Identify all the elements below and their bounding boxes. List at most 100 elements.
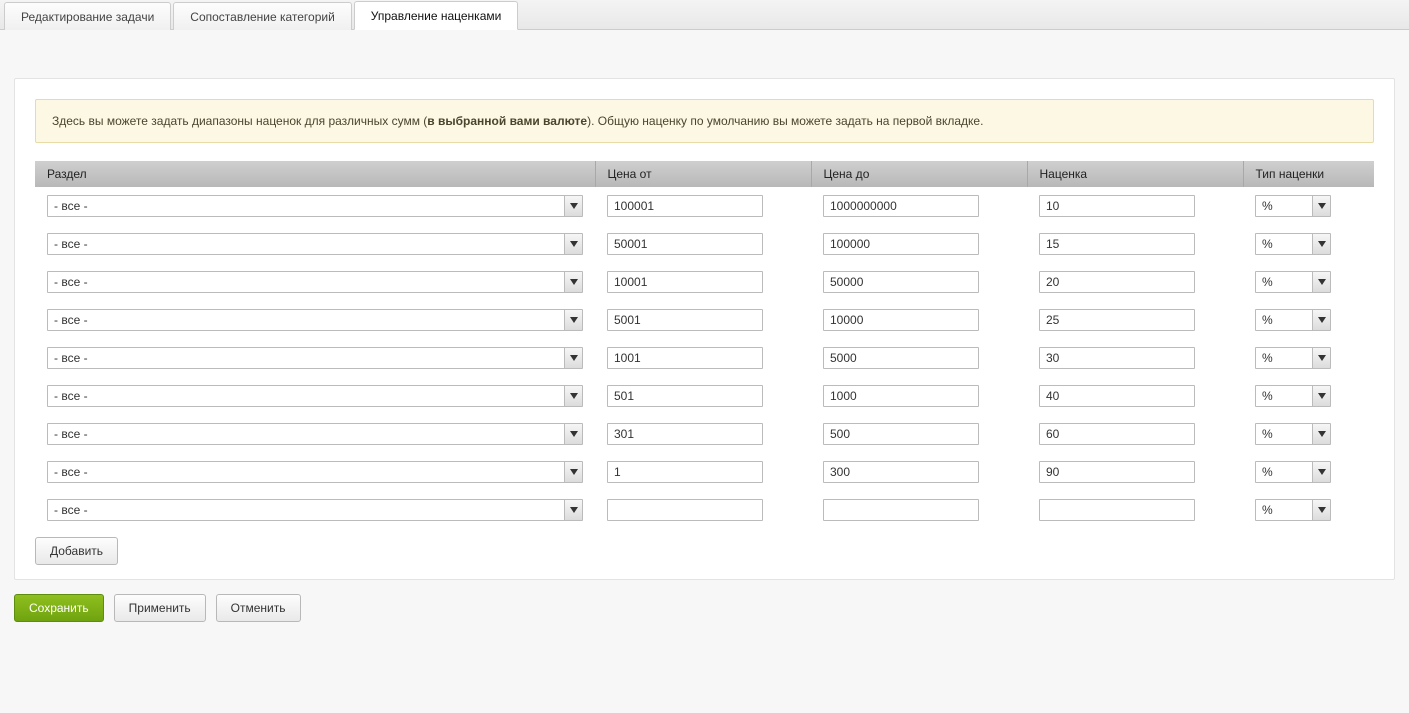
chevron-down-icon[interactable] (1312, 272, 1330, 292)
chevron-down-icon[interactable] (564, 500, 582, 520)
table-row: - все - % (35, 263, 1374, 301)
type-select[interactable]: % (1255, 271, 1331, 293)
tab-edit[interactable]: Редактирование задачи (4, 2, 171, 30)
markup-input[interactable] (1039, 347, 1195, 369)
apply-button[interactable]: Применить (114, 594, 206, 622)
chevron-down-icon[interactable] (564, 462, 582, 482)
price-from-input[interactable] (607, 233, 763, 255)
chevron-down-icon[interactable] (564, 424, 582, 444)
markup-input[interactable] (1039, 423, 1195, 445)
chevron-down-icon[interactable] (1312, 348, 1330, 368)
save-button[interactable]: Сохранить (14, 594, 104, 622)
chevron-down-icon[interactable] (1312, 424, 1330, 444)
type-select[interactable]: % (1255, 309, 1331, 331)
section-select[interactable]: - все - (47, 271, 583, 293)
chevron-down-icon[interactable] (564, 272, 582, 292)
price-from-input[interactable] (607, 309, 763, 331)
chevron-down-icon[interactable] (564, 386, 582, 406)
price-to-input[interactable] (823, 461, 979, 483)
markup-input[interactable] (1039, 271, 1195, 293)
type-select-value: % (1256, 503, 1312, 517)
section-select-value: - все - (48, 199, 564, 213)
markup-input[interactable] (1039, 461, 1195, 483)
section-select[interactable]: - все - (47, 195, 583, 217)
chevron-down-icon[interactable] (564, 348, 582, 368)
price-to-input[interactable] (823, 233, 979, 255)
chevron-down-icon[interactable] (1312, 386, 1330, 406)
markup-input[interactable] (1039, 195, 1195, 217)
section-select-value: - все - (48, 503, 564, 517)
section-select-value: - все - (48, 313, 564, 327)
type-select-value: % (1256, 313, 1312, 327)
type-select-value: % (1256, 465, 1312, 479)
section-select-value: - все - (48, 389, 564, 403)
type-select[interactable]: % (1255, 195, 1331, 217)
info-text-after: ). Общую наценку по умолчанию вы можете … (587, 114, 983, 128)
price-to-input[interactable] (823, 271, 979, 293)
chevron-down-icon[interactable] (564, 196, 582, 216)
type-select[interactable]: % (1255, 423, 1331, 445)
table-row: - все - % (35, 491, 1374, 529)
section-select-value: - все - (48, 237, 564, 251)
tab-bar: Редактирование задачи Сопоставление кате… (0, 0, 1409, 30)
info-box: Здесь вы можете задать диапазоны наценок… (35, 99, 1374, 143)
section-select-value: - все - (48, 351, 564, 365)
col-type: Тип наценки (1243, 161, 1374, 187)
type-select[interactable]: % (1255, 347, 1331, 369)
section-select[interactable]: - все - (47, 461, 583, 483)
cancel-button[interactable]: Отменить (216, 594, 301, 622)
type-select[interactable]: % (1255, 385, 1331, 407)
price-from-input[interactable] (607, 385, 763, 407)
markup-input[interactable] (1039, 233, 1195, 255)
price-from-input[interactable] (607, 461, 763, 483)
price-to-input[interactable] (823, 195, 979, 217)
markup-input[interactable] (1039, 499, 1195, 521)
table-row: - все - % (35, 225, 1374, 263)
type-select-value: % (1256, 275, 1312, 289)
price-from-input[interactable] (607, 271, 763, 293)
markup-input[interactable] (1039, 309, 1195, 331)
section-select-value: - все - (48, 465, 564, 479)
chevron-down-icon[interactable] (564, 234, 582, 254)
table-row: - все - % (35, 453, 1374, 491)
section-select[interactable]: - все - (47, 385, 583, 407)
chevron-down-icon[interactable] (1312, 310, 1330, 330)
section-select[interactable]: - все - (47, 233, 583, 255)
chevron-down-icon[interactable] (1312, 462, 1330, 482)
price-to-input[interactable] (823, 385, 979, 407)
chevron-down-icon[interactable] (1312, 196, 1330, 216)
price-to-input[interactable] (823, 347, 979, 369)
col-section: Раздел (35, 161, 595, 187)
price-to-input[interactable] (823, 309, 979, 331)
price-from-input[interactable] (607, 347, 763, 369)
col-price-to: Цена до (811, 161, 1027, 187)
add-button[interactable]: Добавить (35, 537, 118, 565)
type-select[interactable]: % (1255, 233, 1331, 255)
section-select[interactable]: - все - (47, 423, 583, 445)
price-to-input[interactable] (823, 499, 979, 521)
type-select-value: % (1256, 237, 1312, 251)
section-select[interactable]: - все - (47, 309, 583, 331)
col-price-from: Цена от (595, 161, 811, 187)
table-row: - все - % (35, 339, 1374, 377)
chevron-down-icon[interactable] (1312, 234, 1330, 254)
table-row: - все - % (35, 301, 1374, 339)
col-markup: Наценка (1027, 161, 1243, 187)
chevron-down-icon[interactable] (564, 310, 582, 330)
section-select[interactable]: - все - (47, 347, 583, 369)
price-from-input[interactable] (607, 423, 763, 445)
type-select-value: % (1256, 199, 1312, 213)
chevron-down-icon[interactable] (1312, 500, 1330, 520)
price-from-input[interactable] (607, 499, 763, 521)
tab-mapcat[interactable]: Сопоставление категорий (173, 2, 352, 30)
price-from-input[interactable] (607, 195, 763, 217)
markup-panel: Здесь вы можете задать диапазоны наценок… (14, 78, 1395, 580)
tab-markup[interactable]: Управление наценками (354, 1, 519, 30)
markup-table: Раздел Цена от Цена до Наценка Тип нацен… (35, 161, 1374, 529)
markup-input[interactable] (1039, 385, 1195, 407)
type-select[interactable]: % (1255, 461, 1331, 483)
section-select[interactable]: - все - (47, 499, 583, 521)
price-to-input[interactable] (823, 423, 979, 445)
type-select[interactable]: % (1255, 499, 1331, 521)
section-select-value: - все - (48, 427, 564, 441)
